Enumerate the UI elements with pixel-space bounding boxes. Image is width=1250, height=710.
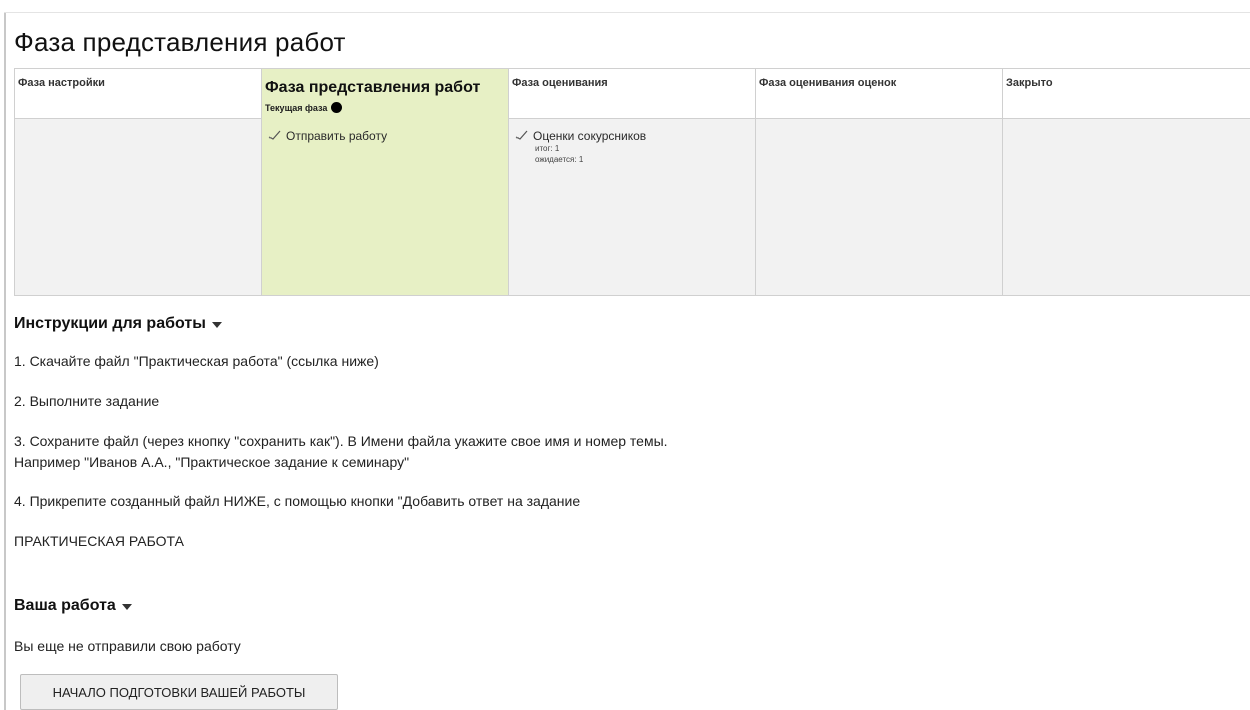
instruction-line: ПРАКТИЧЕСКАЯ РАБОТА <box>14 533 184 549</box>
phase-tasks: Оценки сокурсников итог: 1 ожидается: 1 <box>509 119 755 295</box>
phase-closed: Закрыто <box>1002 69 1250 295</box>
phase-assessment: Фаза оценивания Оценки сокурсников итог:… <box>508 69 755 295</box>
phase-tasks <box>756 119 1002 295</box>
instruction-line: Например "Иванов А.А., "Практическое зад… <box>14 454 410 470</box>
current-phase-indicator: Текущая фаза <box>265 102 505 113</box>
instruction-line: 3. Сохраните файл (через кнопку "сохрани… <box>14 433 668 449</box>
checkmark-icon <box>515 130 528 140</box>
phase-setup: Фаза настройки <box>14 69 261 295</box>
checkmark-icon <box>268 130 281 140</box>
submission-status: Вы еще не отправили свою работу <box>14 638 241 654</box>
caret-down-icon <box>121 604 132 610</box>
current-phase-label: Текущая фаза <box>265 102 328 113</box>
page-title: Фаза представления работ <box>14 27 346 57</box>
phase-name: Фаза настройки <box>18 77 105 89</box>
instruction-line: 1. Скачайте файл "Практическая работа" (… <box>14 353 379 369</box>
phase-header: Закрыто <box>1003 69 1250 119</box>
task-label: Отправить работу <box>286 129 388 143</box>
filled-circle-icon <box>331 102 343 113</box>
submission-heading[interactable]: Ваша работа <box>14 597 132 615</box>
phase-name: Фаза оценивания <box>512 77 608 89</box>
page-frame-top-border <box>4 12 1250 13</box>
task-peer-assessment[interactable]: Оценки сокурсников <box>515 129 749 143</box>
phase-header: Фаза представления работ Текущая фаза <box>262 69 508 119</box>
phase-name: Фаза представления работ <box>265 79 481 96</box>
phase-tasks <box>1003 119 1250 295</box>
task-detail-pending: ожидается: 1 <box>535 155 584 164</box>
phase-submission: Фаза представления работ Текущая фаза От… <box>261 69 508 295</box>
phase-table: Фаза настройки Фаза представления работ … <box>14 68 1250 296</box>
phase-name: Фаза оценивания оценок <box>759 77 897 89</box>
phase-name: Закрыто <box>1006 77 1053 89</box>
phase-tasks: Отправить работу <box>262 119 508 295</box>
submission-heading-label: Ваша работа <box>14 597 116 614</box>
task-label: Оценки сокурсников <box>533 129 647 143</box>
instructions-heading[interactable]: Инструкции для работы <box>14 315 222 333</box>
phase-header: Фаза настройки <box>15 69 261 119</box>
instructions-heading-label: Инструкции для работы <box>14 315 206 332</box>
instruction-line: 4. Прикрепите созданный файл НИЖЕ, с пом… <box>14 493 581 509</box>
task-submit-work[interactable]: Отправить работу <box>268 129 502 143</box>
phase-grading-evaluation: Фаза оценивания оценок <box>755 69 1002 295</box>
phase-header: Фаза оценивания оценок <box>756 69 1002 119</box>
page-frame-border <box>4 12 6 710</box>
instruction-line: 2. Выполните задание <box>14 393 160 409</box>
phase-header: Фаза оценивания <box>509 69 755 119</box>
task-detail-total: итог: 1 <box>535 144 560 153</box>
caret-down-icon <box>211 322 222 328</box>
phase-tasks <box>15 119 261 295</box>
start-submission-button[interactable]: НАЧАЛО ПОДГОТОВКИ ВАШЕЙ РАБОТЫ <box>20 674 338 710</box>
